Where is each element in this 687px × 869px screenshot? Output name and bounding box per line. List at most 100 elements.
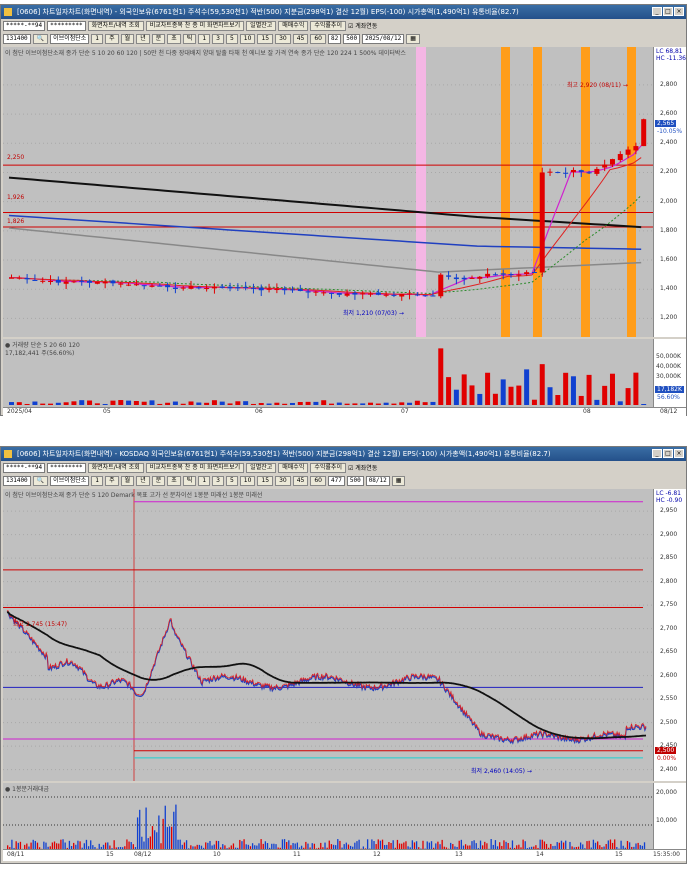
interval-1-button[interactable]: 1	[198, 33, 211, 44]
search-icon[interactable]: 🔍	[32, 33, 49, 44]
calendar-icon[interactable]: ▦	[406, 33, 420, 44]
period-min-button[interactable]: 분	[151, 33, 166, 44]
candle-body	[274, 289, 280, 291]
x-tick-10: 10	[213, 851, 221, 858]
top-price-plot[interactable]: 이 첨단 이브이첨단소재 종가 단순 5 10 20 60 120 | 50만 …	[3, 47, 653, 337]
y-tick: 2,850	[660, 554, 678, 562]
date-input[interactable]: 08/12	[365, 475, 390, 486]
interval-5-button[interactable]: 5	[225, 33, 238, 44]
top-price-pct: -10.05%	[657, 128, 683, 135]
stock-name-field[interactable]: 이브이첨단소	[50, 33, 90, 44]
volume-bar	[258, 403, 264, 405]
profit-trend-button[interactable]: 수익률추이	[310, 462, 346, 473]
volume-bar	[625, 388, 631, 405]
account-input[interactable]: *****-**94	[3, 462, 46, 473]
period-tick-button[interactable]: 틱	[182, 33, 197, 44]
candle-body	[71, 281, 77, 283]
x-tick-11: 11	[293, 851, 301, 858]
total-input[interactable]: 500	[343, 33, 361, 44]
bottom-window-title: [0606] 차트일자차트(화면내역) - KOSDAQ 외국인보유(6761현…	[17, 450, 551, 458]
interval-10-button[interactable]: 10	[239, 33, 256, 44]
period-sec-button[interactable]: 초	[167, 475, 181, 486]
volume-bar	[133, 400, 139, 405]
count-input[interactable]: 82	[328, 33, 342, 44]
maximize-icon[interactable]: □	[663, 449, 673, 458]
profit-trend-button[interactable]: 수익률추이	[310, 20, 346, 31]
export-button[interactable]: 화면차트/내역 조회	[87, 20, 144, 31]
period-sec-button[interactable]: 초	[167, 33, 181, 44]
volume-bar	[426, 841, 428, 849]
period-week-button[interactable]: 주	[105, 475, 119, 486]
calendar-icon[interactable]: ▦	[391, 475, 406, 486]
period-day-button[interactable]: 1	[91, 475, 104, 486]
trade-profit-button[interactable]: 매매수익	[278, 462, 309, 473]
interval-1-button[interactable]: 1	[198, 475, 211, 486]
search-icon[interactable]: 🔍	[32, 475, 49, 486]
total-input[interactable]: 500	[346, 475, 364, 486]
window-controls: _ □ ×	[652, 449, 684, 458]
candle-body	[352, 292, 358, 295]
interval-15-button[interactable]: 15	[257, 33, 274, 44]
interval-30-button[interactable]: 30	[275, 475, 291, 486]
close-icon[interactable]: ×	[674, 7, 684, 16]
minimize-icon[interactable]: _	[652, 7, 662, 16]
volume-bar	[490, 839, 492, 849]
top-price-svg	[3, 47, 653, 337]
bottom-price-plot[interactable]: 이 첨단 이브이첨단소재 종가 단순 5 120 Demark 목표 고가 선 …	[3, 489, 653, 781]
interval-60-button[interactable]: 60	[310, 33, 326, 44]
interval-45-button[interactable]: 45	[292, 33, 309, 44]
y-tick: 1,200	[660, 314, 678, 322]
top-volume-plot[interactable]: ● 거래량 단순 5 20 60 120 17,182,441 주(56.60%…	[3, 339, 653, 407]
maximize-icon[interactable]: □	[663, 7, 673, 16]
date-input[interactable]: 2025/08/12	[362, 33, 405, 44]
count-input[interactable]: 477	[328, 475, 345, 486]
interval-3-button[interactable]: 3	[212, 33, 224, 44]
top-titlebar[interactable]: [0606] 차트일자차트(화면내역) - 외국인보유(6761현1) 주석수(…	[1, 5, 686, 19]
minimize-icon[interactable]: _	[652, 449, 662, 458]
bottom-titlebar[interactable]: [0606] 차트일자차트(화면내역) - KOSDAQ 외국인보유(6761현…	[1, 447, 686, 461]
trade-profit-button[interactable]: 매매수익	[278, 20, 309, 31]
volume-bar	[171, 826, 173, 849]
interval-45-button[interactable]: 45	[292, 475, 309, 486]
candle-body	[375, 292, 381, 295]
password-input[interactable]: *********	[47, 462, 86, 473]
period-week-button[interactable]: 주	[105, 33, 119, 44]
period-month-button[interactable]: 월	[120, 33, 135, 44]
period-month-button[interactable]: 월	[120, 475, 135, 486]
account-input[interactable]: *****-**94	[3, 20, 46, 31]
interval-30-button[interactable]: 30	[275, 33, 291, 44]
daily-balance-button[interactable]: 일별잔고	[246, 462, 277, 473]
password-input[interactable]: *********	[47, 20, 86, 31]
daily-balance-button[interactable]: 일별잔고	[246, 20, 277, 31]
period-year-button[interactable]: 년	[136, 33, 150, 44]
bottom-toolbar: *****-**94 ********* 화면차트/내역 조회 비교차트종목 찬…	[1, 461, 686, 474]
period-day-button[interactable]: 1	[91, 33, 104, 44]
interval-60-button[interactable]: 60	[310, 475, 326, 486]
interval-5-button[interactable]: 5	[225, 475, 238, 486]
account-link-checkbox[interactable]: ☑ 계좌연동	[348, 21, 377, 30]
interval-3-button[interactable]: 3	[212, 475, 224, 486]
export-button[interactable]: 화면차트/내역 조회	[87, 462, 144, 473]
candle-body	[79, 280, 85, 282]
candle-body	[336, 293, 342, 295]
period-min-button[interactable]: 분	[151, 475, 166, 486]
compare-button[interactable]: 비교차트종목 찬 종 미 화면차트보기	[145, 462, 245, 473]
bottom-volume-plot[interactable]: ● 1봉분거래대금	[3, 783, 653, 849]
stock-name-field[interactable]: 이브이첨단소	[50, 475, 90, 486]
interval-10-button[interactable]: 10	[239, 475, 256, 486]
volume-bar	[626, 840, 629, 849]
compare-button[interactable]: 비교차트종목 찬 종 미 화면차트보기	[145, 20, 245, 31]
candle-body	[118, 283, 124, 285]
stock-code-input[interactable]: 131400	[3, 33, 31, 44]
account-link-checkbox[interactable]: ☑ 계좌연동	[348, 463, 377, 472]
y-tick: 2,550	[660, 695, 678, 703]
y-tick: 2,500	[660, 718, 678, 726]
period-year-button[interactable]: 년	[136, 475, 150, 486]
interval-15-button[interactable]: 15	[257, 475, 274, 486]
period-tick-button[interactable]: 틱	[182, 475, 197, 486]
close-icon[interactable]: ×	[674, 449, 684, 458]
x-tick-2025-04: 2025/04	[7, 408, 32, 415]
candle-body	[531, 272, 537, 274]
stock-code-input[interactable]: 131400	[3, 475, 31, 486]
volume-bar	[188, 401, 194, 405]
